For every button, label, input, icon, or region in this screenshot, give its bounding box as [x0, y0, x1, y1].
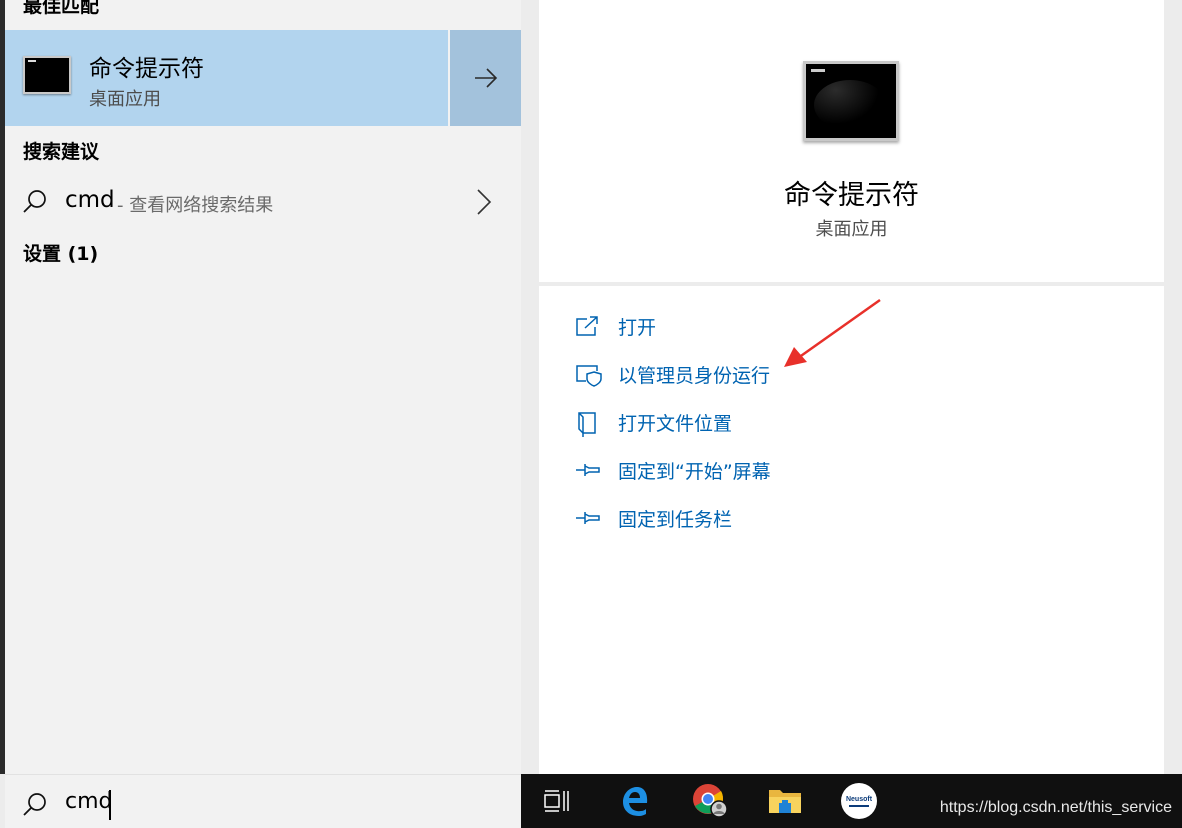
search-icon	[23, 793, 46, 816]
taskbar: Neusoft https://blog.csdn.net/this_servi…	[521, 774, 1182, 828]
edge-browser-button[interactable]	[605, 774, 665, 828]
action-label: 以管理员身份运行	[618, 365, 771, 387]
annotation-arrow	[784, 298, 881, 367]
action-label: 打开	[618, 317, 657, 339]
details-card: 命令提示符 桌面应用 打开 以管理员身份运行 打开文件位置 固定到“开始”屏幕 …	[539, 0, 1164, 774]
task-view-button[interactable]	[527, 774, 587, 828]
chrome-button[interactable]	[680, 774, 740, 828]
pin-icon	[576, 512, 600, 524]
search-icon	[23, 190, 46, 213]
settings-header[interactable]: 设置 (1)	[23, 239, 98, 266]
action-label: 固定到“开始”屏幕	[618, 461, 771, 483]
suggestion-hint: - 查看网络搜索结果	[117, 195, 274, 216]
neusoft-app-button[interactable]: Neusoft	[829, 774, 889, 828]
detail-subtitle: 桌面应用	[815, 219, 888, 240]
file-location-icon	[578, 412, 596, 437]
file-explorer-icon	[769, 790, 801, 813]
action-pin-to-start[interactable]: 固定到“开始”屏幕	[575, 456, 995, 486]
open-icon	[576, 316, 598, 336]
command-prompt-large-icon	[803, 61, 899, 141]
best-match-item[interactable]: 命令提示符 桌面应用	[5, 30, 448, 126]
neusoft-app-icon: Neusoft	[841, 783, 877, 819]
suggestions-header: 搜索建议	[23, 141, 100, 163]
action-pin-to-taskbar[interactable]: 固定到任务栏	[575, 504, 995, 534]
detail-title: 命令提示符	[784, 180, 919, 211]
suggestion-query: cmd	[65, 187, 115, 213]
task-view-icon	[544, 790, 569, 812]
action-open-file-location[interactable]: 打开文件位置	[575, 408, 995, 438]
text-caret	[109, 790, 111, 820]
action-label: 固定到任务栏	[618, 509, 733, 531]
best-match-subtitle: 桌面应用	[89, 89, 161, 110]
file-explorer-button[interactable]	[755, 774, 815, 828]
chevron-right-icon	[477, 189, 492, 215]
chrome-icon	[693, 784, 728, 818]
watermark: https://blog.csdn.net/this_service	[939, 799, 1172, 816]
action-label: 打开文件位置	[618, 413, 733, 435]
arrow-right-icon	[475, 68, 498, 88]
search-box[interactable]: cmd	[5, 774, 521, 828]
neusoft-logo-text: Neusoft	[846, 796, 873, 803]
pin-icon	[576, 464, 600, 476]
search-results-pane: 最佳匹配 命令提示符 桌面应用 搜索建议 cmd - 查看网络搜索结果 设置 (…	[5, 0, 521, 774]
app-summary: 命令提示符 桌面应用	[539, 0, 1164, 282]
best-match-title: 命令提示符	[89, 56, 204, 82]
best-match-header: 最佳匹配	[23, 0, 100, 17]
edge-browser-icon	[623, 787, 648, 816]
web-search-suggestion[interactable]: cmd - 查看网络搜索结果	[5, 176, 521, 228]
shield-admin-icon	[576, 365, 602, 387]
expand-details-button[interactable]	[450, 30, 521, 126]
details-pane: 命令提示符 桌面应用 打开 以管理员身份运行 打开文件位置 固定到“开始”屏幕 …	[521, 0, 1182, 774]
command-prompt-icon	[23, 56, 71, 94]
search-input[interactable]: cmd	[65, 789, 113, 814]
divider	[539, 282, 1164, 286]
